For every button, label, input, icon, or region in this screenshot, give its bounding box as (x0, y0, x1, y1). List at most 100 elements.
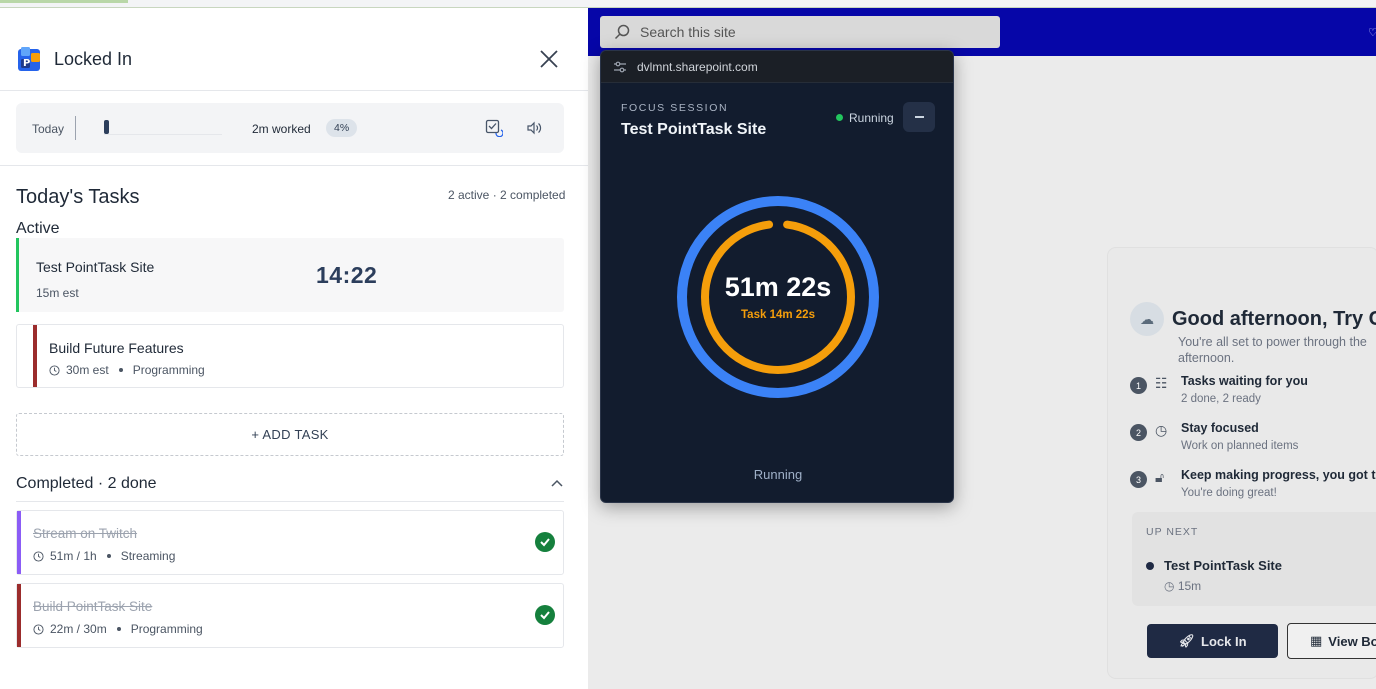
today-label: Today (32, 122, 65, 136)
search-placeholder: Search this site (640, 24, 736, 40)
running-status-dot (836, 114, 843, 121)
step-item: 2 ◷ Stay focused Work on planned items (1130, 421, 1376, 468)
welcome-card: ☁ Good afternoon, Try C You're all set t… (1108, 248, 1376, 678)
completed-task-card[interactable]: Stream on Twitch 51m / 1h Streaming (16, 510, 564, 575)
completed-section-label[interactable]: Completed · 2 done (16, 475, 157, 493)
clock-icon: ◷ (1155, 422, 1168, 438)
weather-icon: ☁ (1130, 302, 1164, 336)
site-settings-icon[interactable] (613, 60, 627, 74)
clock-icon (49, 364, 60, 376)
lock-in-label: Lock In (1201, 633, 1247, 649)
search-icon (614, 24, 630, 40)
minimize-button[interactable] (903, 102, 935, 132)
clock-icon (33, 550, 44, 562)
up-next-task-name: Test PointTask Site (1164, 558, 1282, 573)
task-category: Programming (130, 622, 203, 636)
tasks-count: 2 active · 2 completed (448, 188, 566, 202)
view-board-button[interactable]: ▦ View Bo (1287, 623, 1376, 659)
step-number: 1 (1130, 377, 1147, 394)
steps-list: 1 ☷ Tasks waiting for you 2 done, 2 ready… (1130, 374, 1376, 515)
minus-icon (914, 116, 924, 118)
task-time: 22m / 30m (50, 622, 107, 636)
panel-header: P Locked In (0, 8, 588, 91)
step-subtitle: 2 done, 2 ready (1181, 393, 1261, 405)
tasks-title: Today's Tasks (16, 186, 140, 208)
session-elapsed-time: 51m 22s (724, 272, 832, 302)
task-category: Streaming (120, 549, 176, 563)
check-icon[interactable] (535, 532, 555, 552)
site-header: Search this site ♡ (588, 8, 1376, 56)
popup-footer-status: Running (753, 467, 803, 482)
sync-tasks-icon[interactable] (485, 119, 503, 137)
active-section-label: Active (16, 220, 60, 237)
sound-icon[interactable] (526, 120, 542, 136)
svg-text:P: P (23, 58, 30, 69)
up-next-box: UP NEXT Test PointTask Site ◷ 15m (1132, 512, 1376, 606)
step-title: Tasks waiting for you (1181, 374, 1308, 388)
view-board-label: View Bo (1328, 633, 1376, 649)
board-icon: ▦ (1310, 633, 1323, 648)
tab-indicator (0, 0, 128, 3)
chat-icon[interactable]: ♡ (1368, 26, 1376, 36)
site-search-input[interactable]: Search this site (600, 16, 1000, 48)
panel-title: Locked In (54, 49, 133, 69)
divider (75, 116, 76, 140)
popup-url: dvlmnt.sharepoint.com (637, 60, 758, 74)
focus-session-popup: dvlmnt.sharepoint.com FOCUS SESSION Test… (600, 50, 954, 503)
up-next-label: UP NEXT (1146, 526, 1199, 538)
percent-badge: 4% (326, 119, 358, 137)
list-icon: ☷ (1155, 375, 1168, 391)
completed-task-card[interactable]: Build PointTask Site 22m / 30m Programmi… (16, 583, 564, 648)
task-color-stripe (33, 325, 37, 387)
step-title: Keep making progress, you got th (1181, 468, 1376, 482)
popup-url-bar: dvlmnt.sharepoint.com (601, 51, 953, 83)
task-estimate: 30m est (66, 363, 109, 377)
task-dot (1146, 561, 1154, 570)
chevron-up-icon[interactable] (550, 476, 564, 490)
separator (16, 501, 564, 502)
lock-icon: 🔓︎ (1155, 469, 1165, 485)
step-number: 2 (1130, 424, 1147, 441)
task-color-stripe (17, 584, 21, 647)
task-meta: 30m est Programming (49, 363, 205, 377)
running-status: Running (849, 111, 894, 125)
add-task-button[interactable]: + ADD TASK (16, 413, 564, 456)
step-subtitle: You're doing great! (1181, 487, 1277, 499)
separator (0, 165, 588, 166)
step-item: 3 🔓︎ Keep making progress, you got th You… (1130, 468, 1376, 515)
task-timer: 14:22 (316, 262, 378, 288)
dot-separator (106, 554, 111, 558)
task-name: Stream on Twitch (33, 526, 138, 541)
task-elapsed-time: Task 14m 22s (741, 309, 815, 321)
locked-in-panel: P Locked In Today 2m worked 4% Today's T… (0, 8, 588, 689)
focus-session-title: Test PointTask Site (621, 121, 767, 138)
task-color-stripe (16, 238, 19, 312)
clock-icon (33, 623, 44, 635)
task-meta: 51m / 1h Streaming (33, 549, 175, 563)
active-task-card[interactable]: Test PointTask Site 15m est 14:22 (16, 238, 564, 312)
task-category: Programming (132, 363, 205, 377)
dot-separator (118, 368, 123, 372)
check-icon[interactable] (535, 605, 555, 625)
focus-session-label: FOCUS SESSION (621, 102, 729, 114)
lock-in-button[interactable]: 🚀︎ Lock In (1147, 624, 1278, 658)
task-card[interactable]: Build Future Features 30m est Programmin… (16, 324, 564, 388)
close-icon[interactable] (538, 48, 560, 70)
progress-fill (104, 120, 109, 134)
progress-track (104, 120, 222, 135)
rocket-icon: 🚀︎ (1178, 633, 1195, 648)
task-meta: 22m / 30m Programming (33, 622, 203, 636)
greeting-subtitle: You're all set to power through the afte… (1178, 335, 1367, 365)
task-name: Build Future Features (49, 340, 184, 356)
step-title: Stay focused (1181, 421, 1259, 435)
step-item: 1 ☷ Tasks waiting for you 2 done, 2 ready (1130, 374, 1376, 421)
today-progress-bar: Today 2m worked 4% (16, 103, 564, 153)
app-logo-icon: P (18, 47, 40, 71)
up-next-time: ◷ 15m (1164, 579, 1202, 593)
up-next-task[interactable]: Test PointTask Site (1146, 558, 1376, 573)
task-time: 51m / 1h (50, 549, 97, 563)
step-number: 3 (1130, 471, 1147, 488)
task-name: Test PointTask Site (36, 259, 155, 275)
browser-top-strip (0, 0, 1376, 8)
task-color-stripe (17, 511, 21, 574)
